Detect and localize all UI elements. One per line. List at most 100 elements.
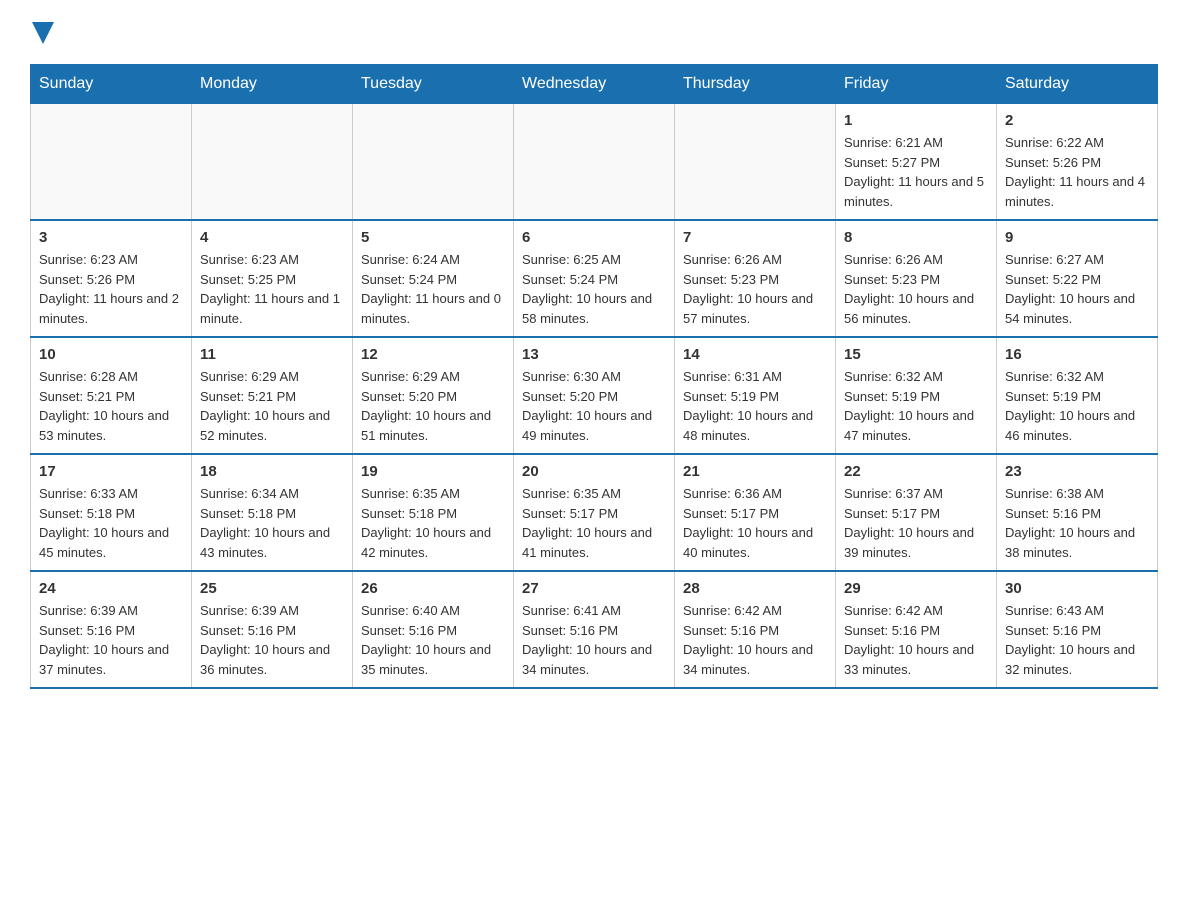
calendar-cell: 22 Sunrise: 6:37 AM Sunset: 5:17 PM Dayli…: [836, 454, 997, 571]
calendar-cell: 21 Sunrise: 6:36 AM Sunset: 5:17 PM Dayli…: [675, 454, 836, 571]
day-number: 2: [1005, 112, 1149, 129]
day-info: Sunrise: 6:23 AM Sunset: 5:25 PM Dayligh…: [200, 250, 344, 328]
day-number: 18: [200, 463, 344, 480]
day-info: Sunrise: 6:37 AM Sunset: 5:17 PM Dayligh…: [844, 484, 988, 562]
header-monday: Monday: [192, 65, 353, 104]
day-number: 30: [1005, 580, 1149, 597]
day-info: Sunrise: 6:29 AM Sunset: 5:21 PM Dayligh…: [200, 367, 344, 445]
day-info: Sunrise: 6:39 AM Sunset: 5:16 PM Dayligh…: [200, 601, 344, 679]
calendar-cell: 4 Sunrise: 6:23 AM Sunset: 5:25 PM Daylig…: [192, 220, 353, 337]
day-number: 26: [361, 580, 505, 597]
day-info: Sunrise: 6:30 AM Sunset: 5:20 PM Dayligh…: [522, 367, 666, 445]
day-info: Sunrise: 6:43 AM Sunset: 5:16 PM Dayligh…: [1005, 601, 1149, 679]
week-row-1: 1 Sunrise: 6:21 AM Sunset: 5:27 PM Daylig…: [31, 104, 1158, 221]
calendar-table: SundayMondayTuesdayWednesdayThursdayFrid…: [30, 64, 1158, 689]
day-info: Sunrise: 6:25 AM Sunset: 5:24 PM Dayligh…: [522, 250, 666, 328]
day-info: Sunrise: 6:33 AM Sunset: 5:18 PM Dayligh…: [39, 484, 183, 562]
calendar-cell: 2Sunrise: 6:22 AM Sunset: 5:26 PM Daylig…: [997, 104, 1158, 221]
calendar-cell: 19 Sunrise: 6:35 AM Sunset: 5:18 PM Dayli…: [353, 454, 514, 571]
calendar-cell: 26Sunrise: 6:40 AM Sunset: 5:16 PM Dayli…: [353, 571, 514, 688]
day-info: Sunrise: 6:26 AM Sunset: 5:23 PM Dayligh…: [683, 250, 827, 328]
calendar-cell: [192, 104, 353, 221]
day-number: 28: [683, 580, 827, 597]
calendar-cell: 13 Sunrise: 6:30 AM Sunset: 5:20 PM Dayli…: [514, 337, 675, 454]
day-number: 14: [683, 346, 827, 363]
calendar-cell: 5 Sunrise: 6:24 AM Sunset: 5:24 PM Daylig…: [353, 220, 514, 337]
calendar-cell: 20Sunrise: 6:35 AM Sunset: 5:17 PM Dayli…: [514, 454, 675, 571]
day-info: Sunrise: 6:34 AM Sunset: 5:18 PM Dayligh…: [200, 484, 344, 562]
calendar-cell: 16 Sunrise: 6:32 AM Sunset: 5:19 PM Dayli…: [997, 337, 1158, 454]
day-info: Sunrise: 6:29 AM Sunset: 5:20 PM Dayligh…: [361, 367, 505, 445]
day-info: Sunrise: 6:42 AM Sunset: 5:16 PM Dayligh…: [683, 601, 827, 679]
calendar-cell: 9 Sunrise: 6:27 AM Sunset: 5:22 PM Daylig…: [997, 220, 1158, 337]
day-info: Sunrise: 6:36 AM Sunset: 5:17 PM Dayligh…: [683, 484, 827, 562]
day-info: Sunrise: 6:32 AM Sunset: 5:19 PM Dayligh…: [844, 367, 988, 445]
calendar-cell: 23 Sunrise: 6:38 AM Sunset: 5:16 PM Dayli…: [997, 454, 1158, 571]
calendar-cell: [31, 104, 192, 221]
day-info: Sunrise: 6:39 AM Sunset: 5:16 PM Dayligh…: [39, 601, 183, 679]
day-number: 6: [522, 229, 666, 246]
calendar-cell: 8 Sunrise: 6:26 AM Sunset: 5:23 PM Daylig…: [836, 220, 997, 337]
calendar-cell: 11 Sunrise: 6:29 AM Sunset: 5:21 PM Dayli…: [192, 337, 353, 454]
day-number: 1: [844, 112, 988, 129]
day-info: Sunrise: 6:31 AM Sunset: 5:19 PM Dayligh…: [683, 367, 827, 445]
day-number: 5: [361, 229, 505, 246]
day-info: Sunrise: 6:26 AM Sunset: 5:23 PM Dayligh…: [844, 250, 988, 328]
day-info: Sunrise: 6:35 AM Sunset: 5:17 PM Dayligh…: [522, 484, 666, 562]
day-info: Sunrise: 6:35 AM Sunset: 5:18 PM Dayligh…: [361, 484, 505, 562]
header-sunday: Sunday: [31, 65, 192, 104]
day-number: 23: [1005, 463, 1149, 480]
calendar-cell: 10 Sunrise: 6:28 AM Sunset: 5:21 PM Dayli…: [31, 337, 192, 454]
day-info: Sunrise: 6:38 AM Sunset: 5:16 PM Dayligh…: [1005, 484, 1149, 562]
calendar-cell: 15 Sunrise: 6:32 AM Sunset: 5:19 PM Dayli…: [836, 337, 997, 454]
calendar-cell: 3 Sunrise: 6:23 AM Sunset: 5:26 PM Daylig…: [31, 220, 192, 337]
calendar-cell: 30 Sunrise: 6:43 AM Sunset: 5:16 PM Dayli…: [997, 571, 1158, 688]
header-tuesday: Tuesday: [353, 65, 514, 104]
calendar-header-row: SundayMondayTuesdayWednesdayThursdayFrid…: [31, 65, 1158, 104]
day-info: Sunrise: 6:42 AM Sunset: 5:16 PM Dayligh…: [844, 601, 988, 679]
day-number: 13: [522, 346, 666, 363]
day-number: 9: [1005, 229, 1149, 246]
day-number: 11: [200, 346, 344, 363]
header-saturday: Saturday: [997, 65, 1158, 104]
header-thursday: Thursday: [675, 65, 836, 104]
week-row-5: 24Sunrise: 6:39 AM Sunset: 5:16 PM Dayli…: [31, 571, 1158, 688]
day-number: 25: [200, 580, 344, 597]
day-number: 16: [1005, 346, 1149, 363]
header-friday: Friday: [836, 65, 997, 104]
calendar-cell: 6 Sunrise: 6:25 AM Sunset: 5:24 PM Daylig…: [514, 220, 675, 337]
day-info: Sunrise: 6:24 AM Sunset: 5:24 PM Dayligh…: [361, 250, 505, 328]
calendar-cell: 17 Sunrise: 6:33 AM Sunset: 5:18 PM Dayli…: [31, 454, 192, 571]
day-number: 17: [39, 463, 183, 480]
calendar-cell: 29 Sunrise: 6:42 AM Sunset: 5:16 PM Dayli…: [836, 571, 997, 688]
calendar-cell: 12 Sunrise: 6:29 AM Sunset: 5:20 PM Dayli…: [353, 337, 514, 454]
day-info: Sunrise: 6:27 AM Sunset: 5:22 PM Dayligh…: [1005, 250, 1149, 328]
calendar-cell: 28 Sunrise: 6:42 AM Sunset: 5:16 PM Dayli…: [675, 571, 836, 688]
day-number: 21: [683, 463, 827, 480]
day-number: 7: [683, 229, 827, 246]
page-header: [30, 20, 1158, 44]
week-row-3: 10 Sunrise: 6:28 AM Sunset: 5:21 PM Dayli…: [31, 337, 1158, 454]
day-number: 10: [39, 346, 183, 363]
day-number: 3: [39, 229, 183, 246]
day-info: Sunrise: 6:28 AM Sunset: 5:21 PM Dayligh…: [39, 367, 183, 445]
calendar-cell: [514, 104, 675, 221]
day-info: Sunrise: 6:41 AM Sunset: 5:16 PM Dayligh…: [522, 601, 666, 679]
day-info: Sunrise: 6:23 AM Sunset: 5:26 PM Dayligh…: [39, 250, 183, 328]
day-info: Sunrise: 6:21 AM Sunset: 5:27 PM Dayligh…: [844, 133, 988, 211]
logo: [30, 20, 54, 44]
calendar-cell: [675, 104, 836, 221]
day-number: 22: [844, 463, 988, 480]
day-number: 4: [200, 229, 344, 246]
day-info: Sunrise: 6:32 AM Sunset: 5:19 PM Dayligh…: [1005, 367, 1149, 445]
day-number: 29: [844, 580, 988, 597]
calendar-cell: 24Sunrise: 6:39 AM Sunset: 5:16 PM Dayli…: [31, 571, 192, 688]
calendar-cell: [353, 104, 514, 221]
calendar-cell: 25 Sunrise: 6:39 AM Sunset: 5:16 PM Dayli…: [192, 571, 353, 688]
day-number: 12: [361, 346, 505, 363]
day-number: 19: [361, 463, 505, 480]
calendar-cell: 1 Sunrise: 6:21 AM Sunset: 5:27 PM Daylig…: [836, 104, 997, 221]
day-number: 8: [844, 229, 988, 246]
day-number: 15: [844, 346, 988, 363]
header-wednesday: Wednesday: [514, 65, 675, 104]
